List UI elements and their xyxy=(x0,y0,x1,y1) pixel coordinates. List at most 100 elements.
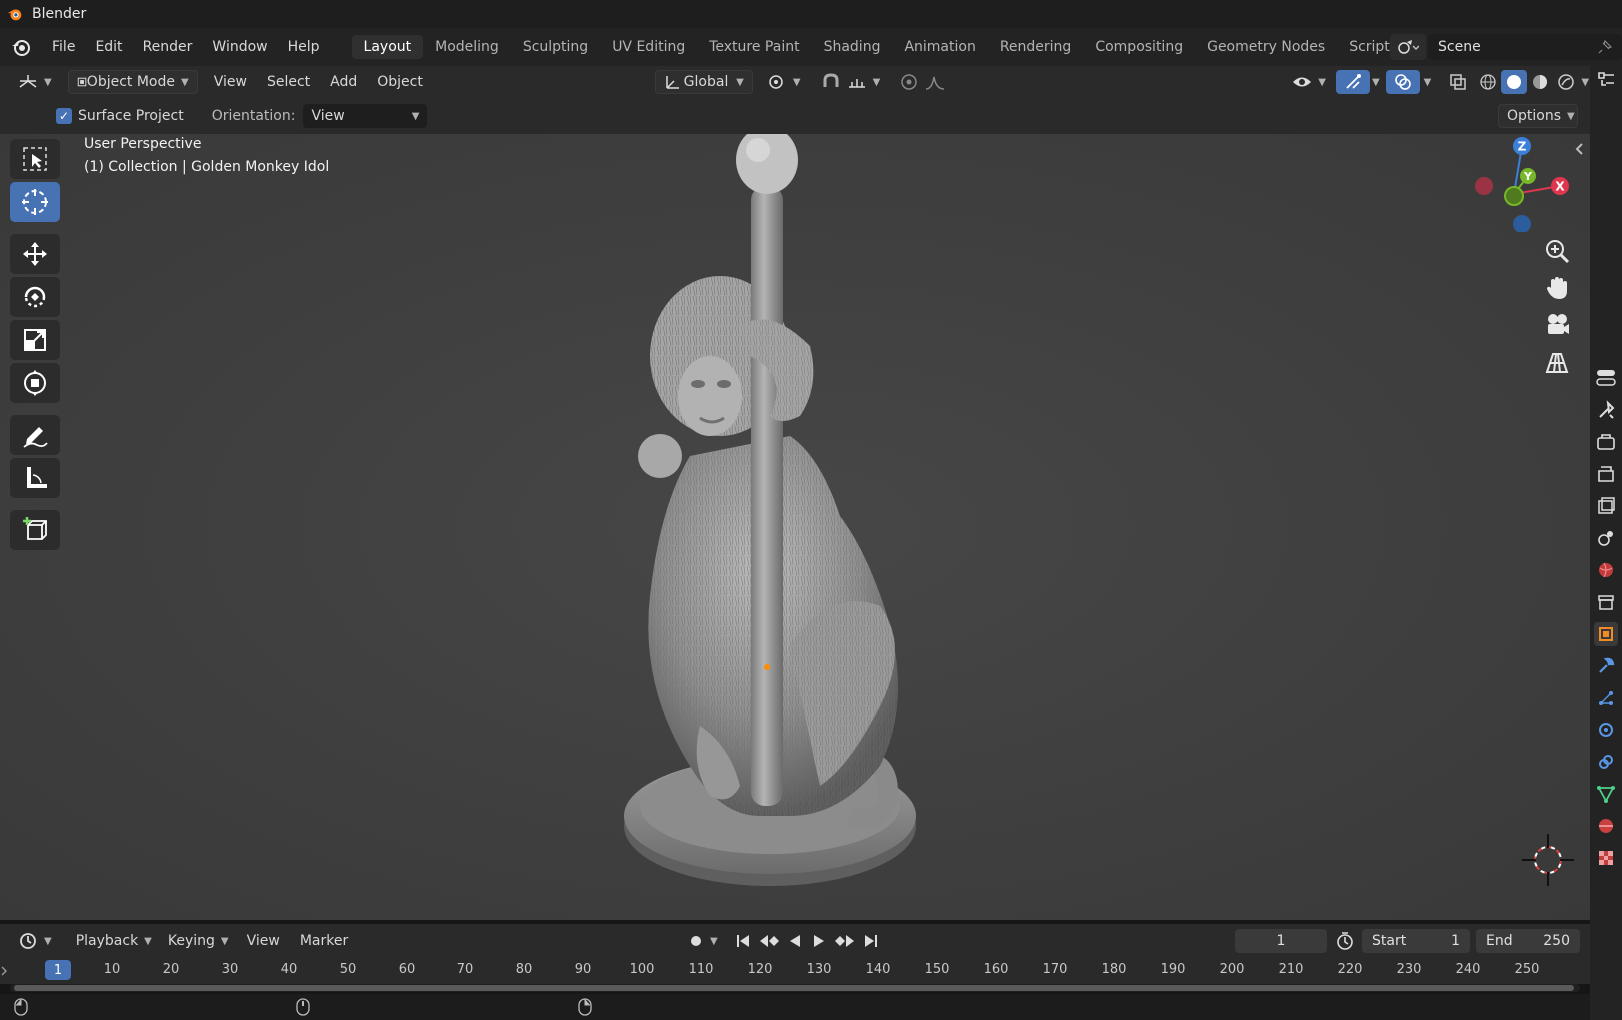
add-cube-tool[interactable] xyxy=(10,510,60,550)
scale-tool[interactable] xyxy=(10,320,60,360)
golden-monkey-idol-model[interactable] xyxy=(620,126,960,916)
scene-browse-icon[interactable] xyxy=(1390,34,1426,60)
end-frame-field[interactable]: End 250 xyxy=(1476,929,1580,953)
cursor-tool[interactable] xyxy=(10,182,60,222)
snapping-button[interactable]: ▼ xyxy=(813,70,889,94)
timeline-editor-type-button[interactable]: ▼ xyxy=(10,929,60,953)
zoom-icon[interactable] xyxy=(1543,237,1571,265)
menu-help[interactable]: Help xyxy=(278,39,330,55)
viewport-menu-view[interactable]: View xyxy=(204,74,257,90)
annotate-tool[interactable] xyxy=(10,415,60,455)
gizmo-dropdown-icon[interactable]: ▼ xyxy=(1372,77,1380,88)
3d-viewport[interactable]: User Perspective (1) Collection | Golden… xyxy=(0,98,1590,920)
surface-project-checkbox[interactable]: ✓ xyxy=(56,108,72,124)
rotate-tool[interactable] xyxy=(10,277,60,317)
pan-hand-icon[interactable] xyxy=(1543,274,1571,302)
transform-orientation-dropdown[interactable]: Global ▼ xyxy=(654,70,753,94)
menu-file[interactable]: File xyxy=(42,39,85,55)
play-reverse-icon[interactable] xyxy=(786,932,804,950)
negative-z-axis-icon[interactable] xyxy=(1513,215,1531,232)
menu-edit[interactable]: Edit xyxy=(85,39,132,55)
tab-rendering[interactable]: Rendering xyxy=(988,35,1084,59)
material-properties-icon[interactable] xyxy=(1594,814,1618,838)
shading-material-button[interactable] xyxy=(1527,70,1553,94)
scene-name-field[interactable]: Scene xyxy=(1428,34,1622,60)
3d-cursor-icon[interactable] xyxy=(1520,832,1576,888)
pin-icon[interactable] xyxy=(1598,40,1612,54)
move-tool[interactable] xyxy=(10,234,60,274)
navigation-gizmo[interactable]: Z Y X xyxy=(1464,132,1574,232)
tab-shading[interactable]: Shading xyxy=(812,35,893,59)
pivot-point-button[interactable]: ▼ xyxy=(759,70,809,94)
tab-sculpting[interactable]: Sculpting xyxy=(511,35,600,59)
visibility-button[interactable]: ▼ xyxy=(1284,70,1334,94)
preview-range-clock-icon[interactable] xyxy=(1335,931,1355,951)
start-frame-field[interactable]: Start 1 xyxy=(1362,929,1470,953)
timeline-scrollbar[interactable] xyxy=(10,984,1580,992)
tab-modeling[interactable]: Modeling xyxy=(423,35,511,59)
playhead-frame-indicator[interactable]: 1 xyxy=(45,960,71,980)
timeline-ruler[interactable]: 1 10 20 30 40 50 60 70 80 90 100 110 120… xyxy=(0,958,1590,984)
output-properties-icon[interactable] xyxy=(1594,462,1618,486)
tab-animation[interactable]: Animation xyxy=(892,35,987,59)
menu-window[interactable]: Window xyxy=(202,39,277,55)
timeline-menu-marker[interactable]: Marker xyxy=(290,933,358,949)
scene-properties-icon[interactable] xyxy=(1594,526,1618,550)
camera-view-icon[interactable] xyxy=(1543,311,1571,339)
tab-compositing[interactable]: Compositing xyxy=(1083,35,1195,59)
collection-properties-icon[interactable] xyxy=(1594,590,1618,614)
data-properties-icon[interactable] xyxy=(1594,782,1618,806)
shading-wireframe-button[interactable] xyxy=(1475,70,1501,94)
keying-menu[interactable]: Keying ▼ xyxy=(160,929,237,953)
outliner-icon[interactable] xyxy=(1594,68,1618,92)
tab-geometry-nodes[interactable]: Geometry Nodes xyxy=(1195,35,1337,59)
sidebar-toggle-icon[interactable] xyxy=(1573,142,1585,156)
overlays-dropdown-icon[interactable]: ▼ xyxy=(1424,77,1432,88)
xray-toggle-button[interactable] xyxy=(1441,70,1475,94)
timeline-menu-view[interactable]: View xyxy=(237,933,290,949)
editor-type-button[interactable]: ▼ xyxy=(10,70,60,94)
select-box-tool[interactable] xyxy=(10,139,60,179)
current-frame-field[interactable]: 1 xyxy=(1235,929,1327,953)
viewport-menu-add[interactable]: Add xyxy=(320,74,367,90)
tab-texture-paint[interactable]: Texture Paint xyxy=(697,35,811,59)
properties-toggle-icon[interactable] xyxy=(1594,366,1618,390)
world-properties-icon[interactable] xyxy=(1594,558,1618,582)
shading-solid-button[interactable] xyxy=(1501,70,1528,94)
overlays-toggle-button[interactable] xyxy=(1385,70,1420,94)
playback-menu[interactable]: Playback ▼ xyxy=(68,929,160,953)
gizmo-toggle-button[interactable] xyxy=(1335,70,1370,94)
mode-dropdown[interactable]: Object Mode ▼ xyxy=(67,70,198,94)
previous-keyframe-icon[interactable] xyxy=(758,932,780,950)
proportional-editing-button[interactable] xyxy=(892,70,954,94)
viewport-menu-object[interactable]: Object xyxy=(367,74,433,90)
tab-layout[interactable]: Layout xyxy=(351,35,424,59)
viewport-menu-select[interactable]: Select xyxy=(257,74,320,90)
jump-to-end-icon[interactable] xyxy=(862,932,880,950)
next-keyframe-icon[interactable] xyxy=(834,932,856,950)
blender-menu-icon[interactable] xyxy=(10,36,32,58)
particles-properties-icon[interactable] xyxy=(1594,686,1618,710)
render-properties-icon[interactable] xyxy=(1594,430,1618,454)
measure-tool[interactable] xyxy=(10,458,60,498)
modifier-properties-icon[interactable] xyxy=(1594,654,1618,678)
constraints-properties-icon[interactable] xyxy=(1594,750,1618,774)
object-properties-icon[interactable] xyxy=(1594,622,1618,646)
tool-properties-icon[interactable] xyxy=(1594,398,1618,422)
tab-uv-editing[interactable]: UV Editing xyxy=(600,35,697,59)
negative-y-axis-icon[interactable] xyxy=(1504,186,1524,206)
shading-rendered-button[interactable] xyxy=(1553,70,1579,94)
timeline-scrollbar-thumb[interactable] xyxy=(14,985,1574,991)
orthographic-grid-icon[interactable] xyxy=(1543,348,1571,376)
options-dropdown[interactable]: Options ▼ xyxy=(1498,104,1578,128)
ruler-scroll-left-icon[interactable] xyxy=(0,966,8,976)
transform-tool[interactable] xyxy=(10,363,60,403)
negative-x-axis-icon[interactable] xyxy=(1475,177,1493,195)
orientation-dropdown[interactable]: View ▼ xyxy=(303,104,428,128)
shading-dropdown-icon[interactable]: ▼ xyxy=(1581,77,1589,88)
texture-properties-icon[interactable] xyxy=(1594,846,1618,870)
view-layer-icon[interactable] xyxy=(1594,494,1618,518)
physics-properties-icon[interactable] xyxy=(1594,718,1618,742)
auto-keying-button[interactable]: ▼ xyxy=(680,929,726,953)
menu-render[interactable]: Render xyxy=(133,39,203,55)
